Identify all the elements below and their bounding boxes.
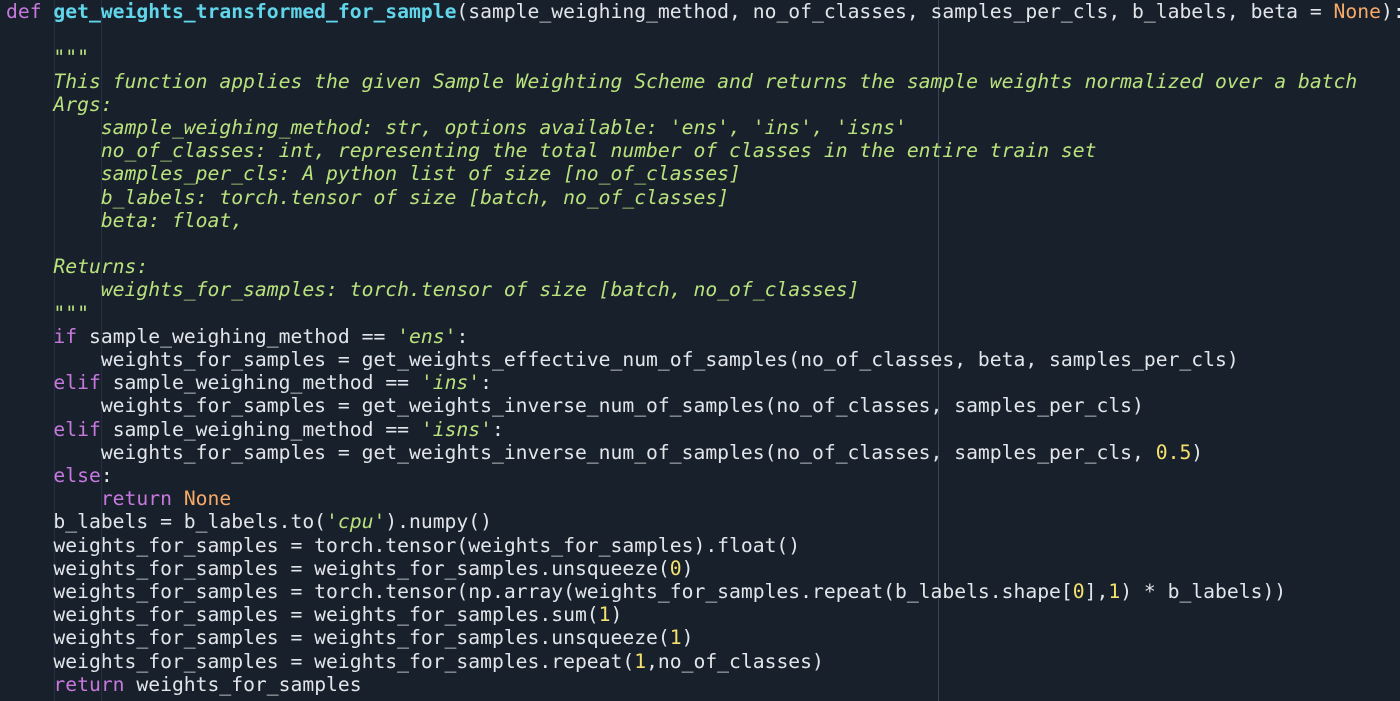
code-line[interactable]: weights_for_samples = get_weights_effect… [6,348,1239,371]
code-token: 0 [1072,580,1085,603]
code-token: 1 [669,626,682,650]
code-line[interactable]: Args: [6,92,113,116]
code-token: ) [681,556,694,580]
code-token: ) [610,603,623,627]
code-token: (sample_weighing_method, no_of_classes, … [456,0,1334,23]
code-token: ) [1191,440,1204,464]
code-token: elif [53,371,101,395]
code-line[interactable]: return None [6,487,231,510]
code-line[interactable]: elif sample_weighing_method == 'ins': [6,371,492,394]
code-token: weights_for_samples = torch.tensor(weigh… [6,533,801,557]
code-line[interactable]: This function applies the given Sample W… [6,70,1357,93]
code-token: beta: float, [6,208,244,232]
code-line[interactable]: beta: float, [6,209,243,232]
code-token: : [492,417,504,441]
code-token: ,no_of_classes) [646,649,824,673]
code-token: b_labels = b_labels.to( [6,510,327,534]
code-editor[interactable]: def get_weights_transformed_for_sample(s… [0,0,1400,701]
code-token: weights_for_samples: torch.tensor of siz… [6,278,860,302]
code-token: weights_for_samples = torch.tensor(np.ar… [6,580,1073,603]
code-token: 0.5 [1155,440,1192,464]
code-token: sample_weighing_method == [100,417,421,441]
code-line[interactable]: weights_for_samples = weights_for_sample… [6,557,693,580]
code-token: Args: [6,92,113,116]
code-line[interactable]: weights_for_samples = torch.tensor(weigh… [6,534,800,557]
code-token: : [456,324,469,348]
code-line[interactable]: b_labels: torch.tensor of size [batch, n… [6,186,729,209]
code-line[interactable]: if sample_weighing_method == 'ens': [6,325,468,348]
code-token: 1 [1108,580,1121,603]
code-token: 1 [598,603,611,627]
code-token: weights_for_samples = weights_for_sample… [6,649,635,673]
code-line[interactable]: elif sample_weighing_method == 'isns': [6,417,504,441]
code-token: if [53,324,78,348]
code-token: 'cpu' [326,510,386,534]
code-token: elif [53,417,101,441]
code-line[interactable]: """ [6,46,89,69]
code-token: weights_for_samples = get_weights_invers… [6,394,1144,418]
code-token: weights_for_samples = get_weights_invers… [6,440,1156,464]
code-token: """ [6,46,89,70]
code-line[interactable]: """ [6,302,89,325]
code-token: ): [1380,0,1400,23]
code-token: return [53,672,125,696]
code-line[interactable]: sample_weighing_method: str, options ava… [6,116,907,139]
code-token: None [1333,0,1381,23]
code-token: : [480,371,492,395]
code-token: """ [6,301,89,325]
code-token: ) * b_labels)) [1120,580,1287,603]
code-line[interactable]: Returns: [6,255,148,278]
code-line[interactable]: weights_for_samples = weights_for_sample… [6,603,622,626]
code-token: 'ens' [397,324,457,348]
code-token: 1 [634,649,647,673]
code-token: sample_weighing_method: str, options ava… [6,116,907,139]
code-token: 'isns' [420,417,492,441]
code-line[interactable]: def get_weights_transformed_for_sample(s… [6,0,1400,23]
code-token: def [6,0,54,23]
code-token: Returns: [6,255,149,279]
code-token: 'ins' [420,371,481,395]
code-token: else [53,464,101,487]
code-line[interactable]: else: [6,464,113,487]
code-line[interactable]: weights_for_samples = get_weights_invers… [6,441,1203,464]
code-line[interactable]: weights_for_samples: torch.tensor of siz… [6,278,860,302]
code-token: weights_for_samples = weights_for_sample… [6,626,670,650]
code-line[interactable]: samples_per_cls: A python list of size [… [6,162,741,185]
code-line[interactable]: no_of_classes: int, representing the tot… [6,139,1097,163]
code-token: get_weights_transformed_for_sample [53,0,457,23]
code-token: return [100,487,172,511]
code-line[interactable]: b_labels = b_labels.to('cpu').numpy() [6,510,492,533]
code-token: weights_for_samples [124,672,362,696]
code-token: weights_for_samples = get_weights_effect… [6,348,1239,371]
code-line[interactable]: weights_for_samples = get_weights_invers… [6,394,1144,417]
code-token: ], [1084,580,1109,603]
code-token: ) [681,626,694,650]
code-token: no_of_classes: int, representing the tot… [6,139,1097,163]
code-line[interactable]: weights_for_samples = weights_for_sample… [6,626,693,649]
code-token: sample_weighing_method == [77,324,398,348]
code-token: b_labels: torch.tensor of size [batch, n… [6,185,730,209]
code-token: weights_for_samples = weights_for_sample… [6,556,670,580]
code-line[interactable]: weights_for_samples = torch.tensor(np.ar… [6,580,1286,603]
code-token: weights_for_samples = weights_for_sample… [6,603,599,627]
code-token: sample_weighing_method == [100,371,421,395]
code-line[interactable]: return weights_for_samples [6,672,362,696]
code-token: 0 [669,556,682,580]
code-token: None [183,487,232,511]
code-line[interactable]: weights_for_samples = weights_for_sample… [6,649,824,673]
code-token: ).numpy() [385,510,492,534]
code-token: samples_per_cls: A python list of size [… [6,162,741,186]
code-token: This function applies the given Sample W… [6,69,1358,93]
code-token: : [100,464,113,487]
